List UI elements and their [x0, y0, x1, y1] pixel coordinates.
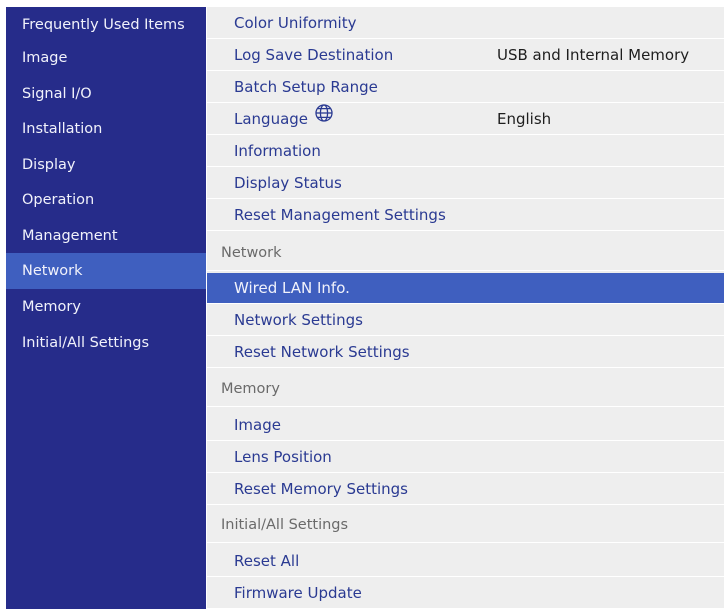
section-header-label: Initial/All Settings — [221, 517, 349, 533]
menu-item-label: Color Uniformity — [234, 14, 357, 32]
menu-item-image[interactable]: Image — [207, 410, 724, 441]
settings-list-panel: Color Uniformity Log Save Destination US… — [207, 7, 724, 609]
sidebar-item-frequently-used-items[interactable]: Frequently Used Items — [6, 7, 206, 43]
section-header-network: Network — [207, 235, 724, 271]
sidebar-item-initial-all-settings[interactable]: Initial/All Settings — [6, 325, 206, 361]
menu-item-label: Wired LAN Info. — [234, 279, 350, 297]
menu-item-label: Firmware Update — [234, 584, 362, 602]
section-header-memory: Memory — [207, 371, 724, 407]
menu-item-label: Display Status — [234, 174, 342, 192]
globe-icon — [314, 103, 334, 134]
menu-item-label: Reset All — [234, 552, 300, 570]
menu-item-reset-all[interactable]: Reset All — [207, 546, 724, 577]
menu-item-label: Reset Network Settings — [234, 343, 410, 361]
menu-item-firmware-update[interactable]: Firmware Update — [207, 578, 724, 609]
sidebar-item-memory[interactable]: Memory — [6, 289, 206, 325]
sidebar-item-installation[interactable]: Installation — [6, 111, 206, 147]
menu-item-language[interactable]: Language English — [207, 103, 724, 135]
menu-item-network-settings[interactable]: Network Settings — [207, 305, 724, 336]
menu-item-information[interactable]: Information — [207, 136, 724, 167]
settings-menu-window: Frequently Used Items Image Signal I/O I… — [0, 0, 724, 609]
menu-item-label: Lens Position — [234, 448, 332, 466]
sidebar-item-image[interactable]: Image — [6, 40, 206, 76]
sidebar-item-management[interactable]: Management — [6, 218, 206, 254]
sidebar-item-signal-io[interactable]: Signal I/O — [6, 76, 206, 112]
category-sidebar: Frequently Used Items Image Signal I/O I… — [6, 7, 206, 609]
menu-item-value: USB and Internal Memory — [497, 46, 690, 64]
sidebar-item-network[interactable]: Network — [6, 253, 206, 289]
menu-item-reset-memory-settings[interactable]: Reset Memory Settings — [207, 474, 724, 505]
section-header-label: Memory — [221, 381, 280, 397]
menu-item-label: Network Settings — [234, 311, 363, 329]
menu-item-label: Log Save Destination — [234, 46, 394, 64]
menu-item-label: Batch Setup Range — [234, 78, 378, 96]
section-header-initial-all-settings: Initial/All Settings — [207, 507, 724, 543]
section-header-label: Network — [221, 245, 282, 261]
menu-item-label: Information — [234, 142, 321, 160]
sidebar-item-display[interactable]: Display — [6, 147, 206, 183]
menu-item-display-status[interactable]: Display Status — [207, 168, 724, 199]
sidebar-item-operation[interactable]: Operation — [6, 182, 206, 218]
menu-item-wired-lan-info[interactable]: Wired LAN Info. — [207, 273, 724, 304]
menu-item-label: Reset Memory Settings — [234, 480, 408, 498]
menu-item-label: Reset Management Settings — [234, 206, 446, 224]
menu-item-label: Language — [234, 110, 309, 128]
menu-item-value: English — [497, 110, 552, 128]
menu-item-reset-network-settings[interactable]: Reset Network Settings — [207, 337, 724, 368]
menu-item-log-save-destination[interactable]: Log Save Destination USB and Internal Me… — [207, 40, 724, 71]
menu-item-lens-position[interactable]: Lens Position — [207, 442, 724, 473]
menu-item-batch-setup-range[interactable]: Batch Setup Range — [207, 72, 724, 103]
menu-item-color-uniformity[interactable]: Color Uniformity — [207, 8, 724, 39]
menu-item-reset-management-settings[interactable]: Reset Management Settings — [207, 200, 724, 231]
menu-item-label: Image — [234, 416, 281, 434]
